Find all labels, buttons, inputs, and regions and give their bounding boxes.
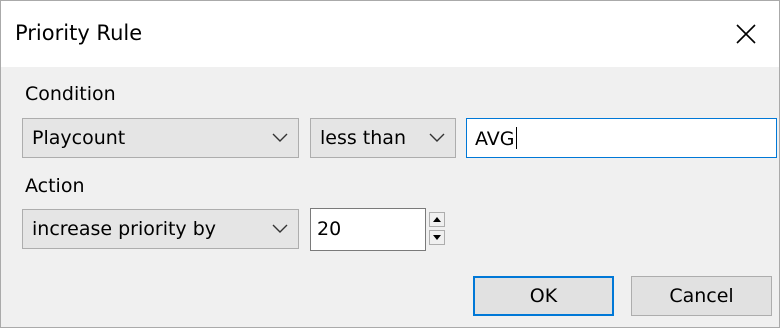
chevron-down-icon — [429, 133, 445, 142]
condition-operator-value: less than — [320, 127, 406, 149]
condition-operator-select[interactable]: less than — [310, 118, 456, 158]
spin-up-button[interactable] — [429, 212, 445, 227]
condition-label: Condition — [25, 83, 116, 105]
spin-up-icon — [433, 217, 441, 222]
amount-spinner-input[interactable]: 20 — [310, 208, 426, 251]
text-caret — [515, 127, 517, 149]
spin-down-button[interactable] — [429, 230, 445, 245]
cancel-button[interactable]: Cancel — [631, 276, 772, 316]
condition-field-select[interactable]: Playcount — [22, 118, 299, 158]
action-select[interactable]: increase priority by — [22, 209, 299, 249]
priority-rule-dialog: Priority Rule Condition Playcount less t… — [0, 0, 780, 328]
title-bar: Priority Rule — [1, 1, 779, 67]
close-icon — [736, 24, 756, 44]
chevron-down-icon — [272, 224, 288, 233]
amount-value: 20 — [317, 218, 342, 240]
chevron-down-icon — [272, 133, 288, 142]
condition-value-input[interactable]: AVG — [466, 118, 777, 158]
close-button[interactable] — [713, 1, 779, 67]
ok-button[interactable]: OK — [473, 276, 614, 316]
action-label: Action — [25, 175, 85, 197]
spin-down-icon — [433, 235, 441, 240]
dialog-title: Priority Rule — [15, 21, 143, 45]
condition-value-text: AVG — [475, 128, 515, 150]
condition-field-value: Playcount — [32, 127, 126, 149]
action-value: increase priority by — [32, 218, 217, 240]
